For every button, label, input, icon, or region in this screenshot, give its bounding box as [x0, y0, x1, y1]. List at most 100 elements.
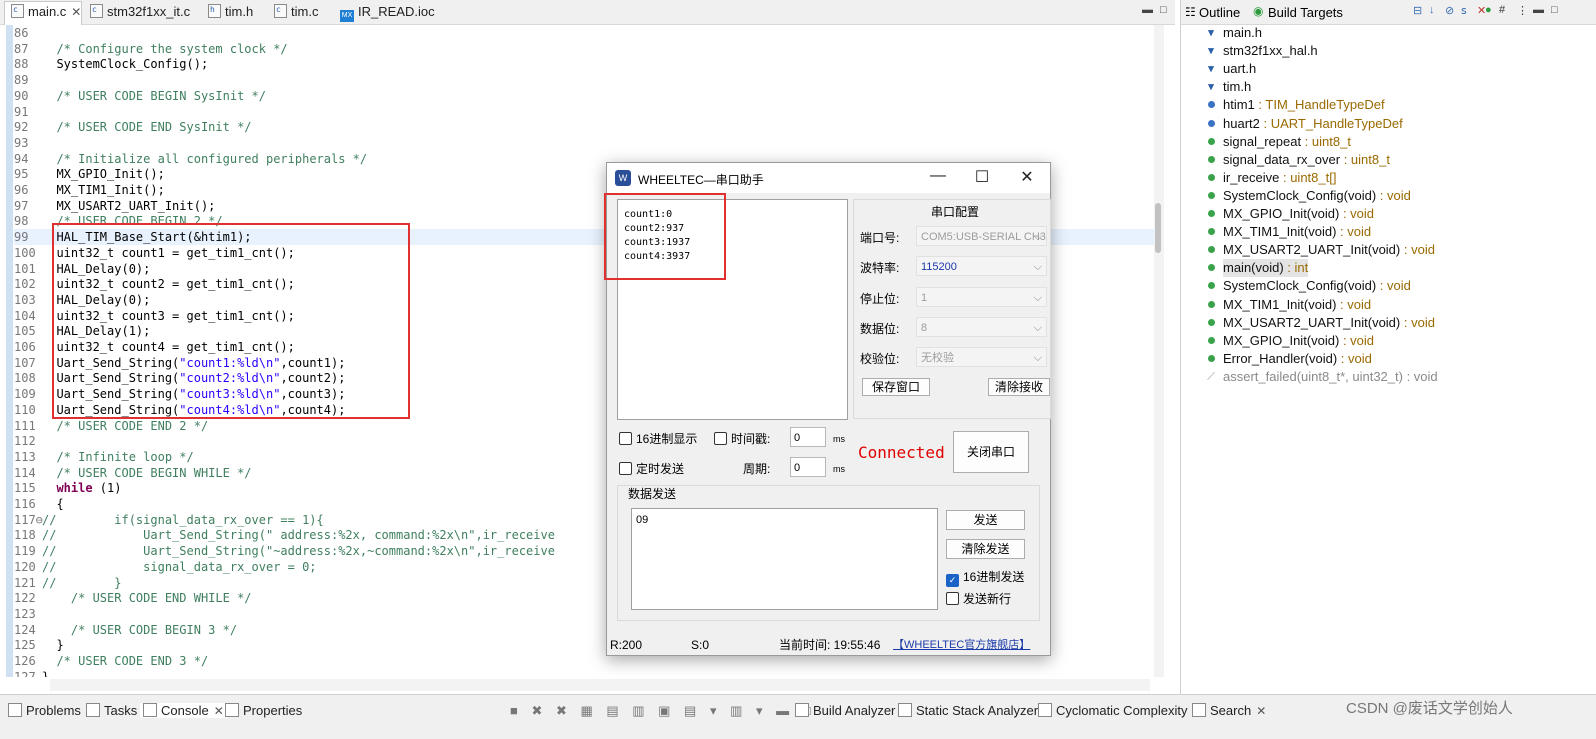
tab-cyclomatic-complexity[interactable]: Cyclomatic Complexity: [1038, 703, 1187, 718]
close-icon[interactable]: ✕: [71, 5, 81, 19]
outline-item[interactable]: huart2 : UART_HandleTypeDef: [1207, 115, 1403, 133]
code-line[interactable]: 127}: [14, 669, 49, 677]
port-select[interactable]: COM5:USB-SERIAL CH340 ⌵: [916, 226, 1047, 246]
outline-item[interactable]: MX_USART2_UART_Init(void) : void: [1207, 241, 1435, 259]
code-line[interactable]: 120 // signal_data_rx_over = 0;: [14, 559, 317, 575]
clear-send-button[interactable]: 清除发送: [946, 539, 1025, 559]
tab-build-targets[interactable]: Build Targets: [1268, 5, 1343, 20]
close-icon[interactable]: ✕: [214, 704, 224, 718]
hex-display-checkbox[interactable]: 16进制显示: [619, 430, 697, 447]
clear-receive-button[interactable]: 清除接收: [988, 378, 1050, 396]
horizontal-scrollbar[interactable]: [50, 679, 1150, 691]
sort-icon[interactable]: ↓: [1429, 4, 1435, 16]
link-editor-icon[interactable]: ●: [1485, 4, 1492, 16]
outline-item[interactable]: ir_receive : uint8_t[]: [1207, 169, 1336, 187]
tab-build-analyzer[interactable]: Build Analyzer: [795, 703, 895, 718]
code-line[interactable]: 115 while (1): [14, 480, 121, 496]
outline-item[interactable]: signal_repeat : uint8_t: [1207, 133, 1351, 151]
view-menu-icon[interactable]: ⋮: [1517, 4, 1528, 17]
outline-item[interactable]: MX_USART2_UART_Init(void) : void: [1207, 314, 1435, 332]
code-line[interactable]: 119 // Uart_Send_String("~address:%2x,~co…: [14, 543, 555, 559]
code-line[interactable]: 87 /* Configure the system clock */: [14, 41, 288, 57]
tab-search[interactable]: Search ✕: [1192, 703, 1266, 718]
tab-console[interactable]: Console ✕: [140, 703, 227, 718]
period-input[interactable]: 0: [790, 457, 826, 477]
stop-bits-select[interactable]: 1 ⌵: [916, 287, 1047, 307]
code-line[interactable]: 126 /* USER CODE END 3 */: [14, 653, 208, 669]
maximize-icon[interactable]: □: [1551, 4, 1558, 16]
outline-item[interactable]: htim1 : TIM_HandleTypeDef: [1207, 96, 1385, 114]
tab-tim-h[interactable]: h tim.h: [202, 2, 253, 22]
tab-properties[interactable]: Properties: [225, 703, 302, 718]
outline-item[interactable]: SystemClock_Config(void) : void: [1207, 277, 1411, 295]
code-line[interactable]: 118 // Uart_Send_String(" address:%2x, co…: [14, 527, 555, 543]
code-line[interactable]: 121 // }: [14, 575, 121, 591]
hex-send-checkbox[interactable]: ✓ 16进制发送: [946, 568, 1024, 587]
code-line[interactable]: 93: [14, 135, 42, 151]
code-line[interactable]: 113 /* Infinite loop */: [14, 449, 194, 465]
send-button[interactable]: 发送: [946, 510, 1025, 530]
maximize-icon[interactable]: □: [1160, 4, 1167, 16]
code-line[interactable]: 112: [14, 433, 42, 449]
code-line[interactable]: 96 MX_TIM1_Init();: [14, 182, 165, 198]
outline-item[interactable]: MX_GPIO_Init(void) : void: [1207, 205, 1374, 223]
code-line[interactable]: 122 /* USER CODE END WHILE */: [14, 590, 252, 606]
timed-send-checkbox[interactable]: 定时发送: [619, 460, 684, 477]
minimize-icon[interactable]: ▬: [1533, 4, 1544, 16]
save-window-button[interactable]: 保存窗口: [862, 378, 930, 396]
collapse-all-icon[interactable]: ⊟: [1413, 4, 1422, 17]
scrollbar-thumb[interactable]: [1155, 203, 1161, 253]
maximize-icon[interactable]: ☐: [967, 167, 997, 187]
code-line[interactable]: 114 /* USER CODE BEGIN WHILE */: [14, 465, 252, 481]
outline-item[interactable]: ▾ main.h: [1208, 24, 1262, 42]
code-line[interactable]: 117⊖// if(signal_data_rx_over == 1){: [14, 512, 324, 528]
data-bits-select[interactable]: 8 ⌵: [916, 317, 1047, 337]
tab-static-stack-analyzer[interactable]: Static Stack Analyzer: [898, 703, 1038, 718]
outline-item[interactable]: signal_data_rx_over : uint8_t: [1207, 151, 1390, 169]
code-line[interactable]: 90 /* USER CODE BEGIN SysInit */: [14, 88, 266, 104]
code-line[interactable]: 88 SystemClock_Config();: [14, 56, 208, 72]
code-line[interactable]: 95 MX_GPIO_Init();: [14, 166, 165, 182]
tab-main-c[interactable]: c main.c ✕: [4, 1, 82, 25]
tab-tasks[interactable]: Tasks: [86, 703, 137, 718]
code-line[interactable]: 91: [14, 104, 42, 120]
outline-item[interactable]: MX_TIM1_Init(void) : void: [1207, 296, 1371, 314]
outline-item[interactable]: ▾ stm32f1xx_hal.h: [1208, 42, 1317, 60]
code-line[interactable]: 94 /* Initialize all configured peripher…: [14, 151, 367, 167]
title-bar[interactable]: W WHEELTEC—串口助手 — ☐ ✕: [607, 163, 1050, 193]
code-line[interactable]: 92 /* USER CODE END SysInit */: [14, 119, 252, 135]
outline-item[interactable]: SystemClock_Config(void) : void: [1207, 187, 1411, 205]
code-line[interactable]: 97 MX_USART2_UART_Init();: [14, 198, 215, 214]
hide-fields-icon[interactable]: ⊘: [1445, 4, 1454, 17]
tab-ir-read-ioc[interactable]: MX IR_READ.ioc: [334, 2, 435, 22]
close-icon[interactable]: ✕: [1012, 167, 1042, 187]
code-line[interactable]: 116 {: [14, 496, 64, 512]
tab-problems[interactable]: Problems: [8, 703, 81, 718]
timestamp-input[interactable]: 0: [790, 427, 826, 447]
tab-stm32f1xx-it-c[interactable]: c stm32f1xx_it.c: [84, 2, 190, 22]
outline-item[interactable]: MX_TIM1_Init(void) : void: [1207, 223, 1371, 241]
code-line[interactable]: 86: [14, 25, 42, 41]
group-icon[interactable]: #: [1499, 4, 1505, 16]
tab-tim-c[interactable]: c tim.c: [268, 2, 318, 22]
code-line[interactable]: 125 }: [14, 637, 64, 653]
outline-item[interactable]: ▾ uart.h: [1208, 60, 1256, 78]
tab-outline[interactable]: Outline: [1199, 5, 1240, 20]
code-line[interactable]: 124 /* USER CODE BEGIN 3 */: [14, 622, 237, 638]
code-line[interactable]: 111 /* USER CODE END 2 */: [14, 418, 208, 434]
outline-item[interactable]: ▾ tim.h: [1208, 78, 1251, 96]
outline-item[interactable]: MX_GPIO_Init(void) : void: [1207, 332, 1374, 350]
close-icon[interactable]: ✕: [1256, 704, 1266, 718]
send-textarea[interactable]: 09: [631, 508, 938, 610]
parity-select[interactable]: 无校验 ⌵: [916, 347, 1047, 367]
vertical-scrollbar[interactable]: [1154, 25, 1164, 677]
code-line[interactable]: 89: [14, 72, 42, 88]
hide-static-icon[interactable]: ꜱ: [1461, 4, 1467, 17]
close-port-button[interactable]: 关闭串口: [953, 431, 1029, 473]
outline-item[interactable]: Error_Handler(void) : void: [1207, 350, 1372, 368]
timestamp-checkbox[interactable]: 时间戳:: [714, 430, 770, 447]
send-newline-checkbox[interactable]: 发送新行: [946, 590, 1011, 607]
outline-item[interactable]: ⟋ assert_failed(uint8_t*, uint32_t) : voi…: [1207, 368, 1438, 386]
outline-item[interactable]: main(void) : int: [1207, 259, 1309, 278]
baud-select[interactable]: 115200 ⌵: [916, 256, 1047, 276]
